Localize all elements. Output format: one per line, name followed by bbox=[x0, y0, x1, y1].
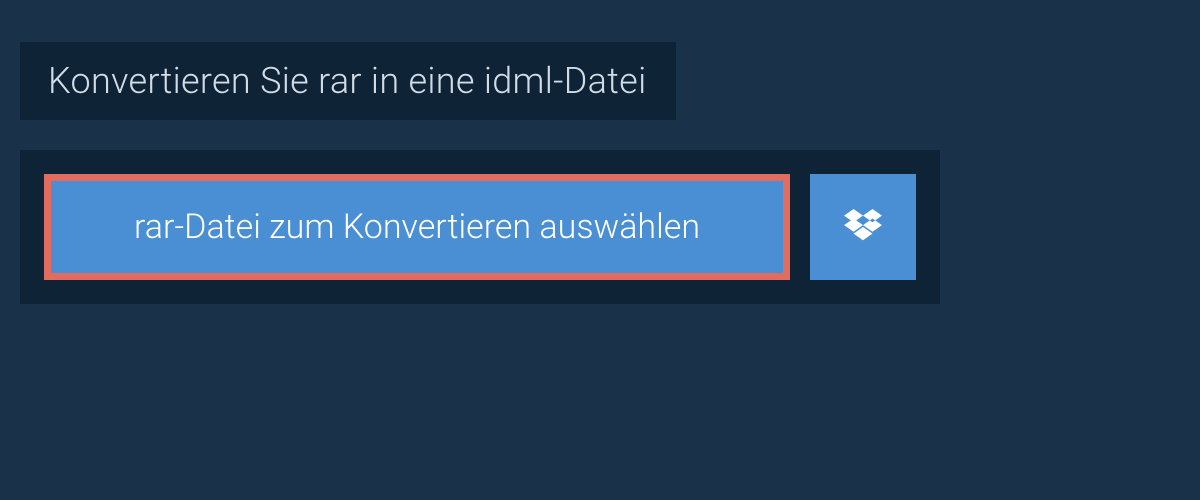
upload-section: rar-Datei zum Konvertieren auswählen bbox=[20, 150, 940, 304]
dropbox-button[interactable] bbox=[810, 174, 916, 280]
header-bar: Konvertieren Sie rar in eine idml-Datei bbox=[20, 42, 676, 120]
dropbox-icon bbox=[844, 209, 882, 245]
select-file-button[interactable]: rar-Datei zum Konvertieren auswählen bbox=[44, 174, 790, 280]
select-file-button-label: rar-Datei zum Konvertieren auswählen bbox=[134, 207, 700, 247]
page-title: Konvertieren Sie rar in eine idml-Datei bbox=[48, 60, 646, 102]
